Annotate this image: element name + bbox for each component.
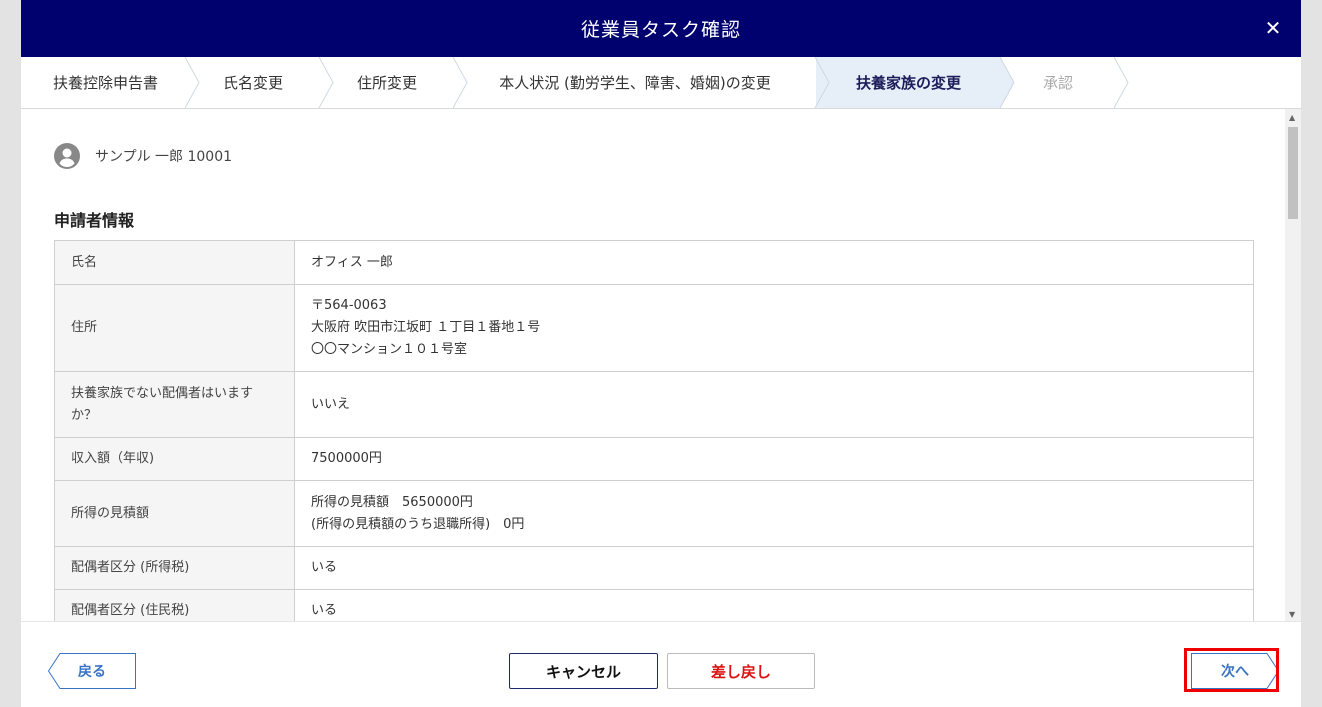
row-key: 氏名 xyxy=(54,240,295,285)
row-value: いいえ xyxy=(294,371,1254,438)
user-info: サンプル 一郎 10001 xyxy=(54,143,232,169)
value-line: オフィス 一郎 xyxy=(311,254,393,270)
table-row: 氏名 オフィス 一郎 xyxy=(54,240,1254,285)
row-value: 7500000円 xyxy=(294,437,1254,481)
modal-header: 従業員タスク確認 ✕ xyxy=(21,0,1301,57)
row-value: いる xyxy=(294,589,1254,621)
chevron-right-icon xyxy=(814,57,830,108)
chevron-right-icon xyxy=(318,57,334,108)
step-dependent-declaration[interactable]: 扶養控除申告書 xyxy=(21,57,200,108)
row-value: 所得の見積額 5650000円 (所得の見積額のうち退職所得) 0円 xyxy=(294,480,1254,547)
row-key: 所得の見積額 xyxy=(54,480,295,547)
value-line: 7500000円 xyxy=(311,451,382,466)
table-row: 住所 〒564-0063 大阪府 吹田市江坂町 １丁目１番地１号 〇〇マンション… xyxy=(54,284,1254,372)
row-value: 〒564-0063 大阪府 吹田市江坂町 １丁目１番地１号 〇〇マンション１０１… xyxy=(294,284,1254,372)
table-row: 所得の見積額 所得の見積額 5650000円 (所得の見積額のうち退職所得) 0… xyxy=(54,480,1254,547)
step-progress: 扶養控除申告書 氏名変更 住所変更 本人状況 (勤労学生、障害、婚姻)の変更 扶… xyxy=(21,57,1301,109)
value-line: 〒564-0063 xyxy=(311,298,387,313)
modal-title: 従業員タスク確認 xyxy=(580,19,741,41)
step-dependent-change[interactable]: 扶養家族の変更 xyxy=(816,57,1015,108)
scrollbar-thumb[interactable] xyxy=(1288,127,1298,219)
task-confirm-modal: 従業員タスク確認 ✕ 扶養控除申告書 氏名変更 住所変更 本人状況 (勤労学生、… xyxy=(21,0,1301,707)
back-label: 戻る xyxy=(78,664,106,680)
chevron-right-icon xyxy=(452,57,468,108)
chevron-right-icon xyxy=(999,57,1015,108)
step-address-change[interactable]: 住所変更 xyxy=(320,57,468,108)
step-label: 扶養家族の変更 xyxy=(855,74,961,92)
key-line: か？ xyxy=(71,407,98,423)
row-value: いる xyxy=(294,546,1254,590)
value-line: 大阪府 吹田市江坂町 １丁目１番地１号 xyxy=(311,320,541,335)
step-label: 本人状況 (勤労学生、障害、婚姻)の変更 xyxy=(499,74,771,92)
table-row: 配偶者区分 (住民税) いる xyxy=(54,589,1254,621)
row-key: 住所 xyxy=(54,284,295,372)
row-key: 配偶者区分 (住民税) xyxy=(54,589,295,621)
step-personal-status-change[interactable]: 本人状況 (勤労学生、障害、婚姻)の変更 xyxy=(454,57,830,108)
table-row: 収入額（年収) 7500000円 xyxy=(54,437,1254,481)
row-key: 扶養家族でない配偶者はいます か？ xyxy=(54,371,295,438)
row-key: 配偶者区分 (所得税) xyxy=(54,546,295,590)
chevron-right-icon xyxy=(1113,57,1129,108)
value-line: 所得の見積額 5650000円 xyxy=(311,494,473,510)
value-line: 〇〇マンション１０１号室 xyxy=(311,342,468,357)
row-value: オフィス 一郎 xyxy=(294,240,1254,285)
scroll-down-icon[interactable]: ▼ xyxy=(1289,610,1295,619)
modal-footer: 戻る キャンセル 差し戻し 次へ xyxy=(21,621,1301,707)
value-line: いる xyxy=(311,603,338,618)
step-label: 氏名変更 xyxy=(222,74,283,92)
close-icon[interactable]: ✕ xyxy=(1261,14,1285,42)
back-button[interactable]: 戻る xyxy=(48,653,136,689)
chevron-right-icon xyxy=(184,57,200,108)
scroll-up-icon[interactable]: ▲ xyxy=(1289,113,1295,122)
user-name: サンプル 一郎 10001 xyxy=(95,149,233,165)
account-circle-icon xyxy=(54,143,80,169)
section-title: 申請者情報 xyxy=(54,211,135,230)
value-line: (所得の見積額のうち退職所得) 0円 xyxy=(311,516,525,532)
cancel-button[interactable]: キャンセル xyxy=(509,653,658,689)
value-line: いいえ xyxy=(311,396,351,412)
next-button[interactable]: 次へ xyxy=(1191,653,1279,689)
vertical-scrollbar[interactable]: ▲ ▼ xyxy=(1285,109,1301,621)
send-back-button[interactable]: 差し戻し xyxy=(667,653,815,689)
key-line: 扶養家族でない配偶者はいます xyxy=(71,385,254,401)
value-line: いる xyxy=(311,560,338,575)
content-area: サンプル 一郎 10001 申請者情報 氏名 オフィス 一郎 住所 〒564-0… xyxy=(21,109,1301,621)
next-label: 次へ xyxy=(1221,664,1249,680)
step-label: 住所変更 xyxy=(356,74,417,92)
step-label: 承認 xyxy=(1042,74,1073,92)
table-row: 扶養家族でない配偶者はいます か？ いいえ xyxy=(54,371,1254,438)
applicant-info-table: 氏名 オフィス 一郎 住所 〒564-0063 大阪府 吹田市江坂町 １丁目１番… xyxy=(54,240,1254,621)
step-label: 扶養控除申告書 xyxy=(52,74,158,92)
table-row: 配偶者区分 (所得税) いる xyxy=(54,546,1254,590)
step-approval: 承認 xyxy=(1001,57,1129,108)
step-name-change[interactable]: 氏名変更 xyxy=(186,57,334,108)
row-key: 収入額（年収) xyxy=(54,437,295,481)
